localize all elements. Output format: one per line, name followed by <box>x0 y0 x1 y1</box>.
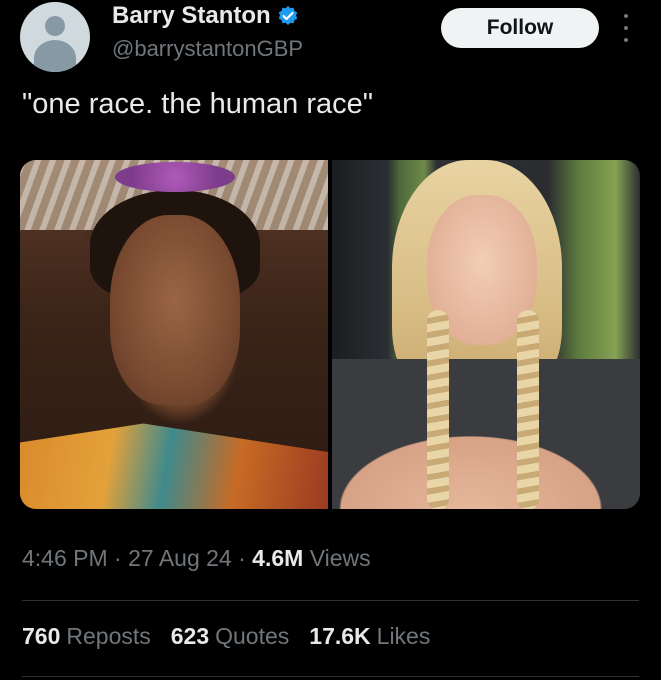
tweet-text: "one race. the human race" <box>22 88 374 120</box>
likes-count: 17.6K <box>309 623 371 649</box>
likes-stat[interactable]: 17.6K Likes <box>309 623 430 650</box>
views-count: 4.6M <box>252 545 304 571</box>
divider <box>22 600 639 601</box>
photo-left[interactable] <box>20 160 328 509</box>
sari-shape <box>20 423 328 509</box>
braid-right-shape <box>517 310 539 509</box>
quotes-stat[interactable]: 623 Quotes <box>171 623 290 650</box>
avatar-head-shape <box>45 16 65 36</box>
reposts-count: 760 <box>22 623 61 649</box>
face-shape <box>110 215 240 405</box>
avatar-body-shape <box>34 40 76 72</box>
photo-right[interactable] <box>332 160 640 509</box>
likes-label: Likes <box>376 623 431 649</box>
meta-separator: · <box>238 545 246 571</box>
braid-left-shape <box>427 310 449 509</box>
quotes-label: Quotes <box>215 623 290 649</box>
follow-button[interactable]: Follow <box>441 8 599 48</box>
reposts-label: Reposts <box>66 623 151 649</box>
author-name-row: Barry Stanton <box>112 2 299 30</box>
media-grid <box>20 160 640 509</box>
meta-separator: · <box>114 545 122 571</box>
tweet-meta: 4:46 PM · 27 Aug 24 · 4.6M Views <box>22 545 371 572</box>
author-handle[interactable]: @barrystantonGBP <box>112 36 303 62</box>
engagement-stats: 760 Reposts 623 Quotes 17.6K Likes <box>22 623 430 650</box>
tweet-date[interactable]: 27 Aug 24 <box>128 545 232 571</box>
more-options-icon[interactable] <box>622 14 630 42</box>
quotes-count: 623 <box>170 623 210 649</box>
torso-shape <box>332 359 640 509</box>
verified-badge-icon <box>277 5 299 27</box>
flower-shape <box>115 162 235 192</box>
divider <box>22 676 639 677</box>
avatar[interactable] <box>20 2 90 72</box>
reposts-stat[interactable]: 760 Reposts <box>22 623 151 650</box>
views-label: Views <box>309 545 371 571</box>
tweet-time[interactable]: 4:46 PM <box>22 545 108 571</box>
author-display-name[interactable]: Barry Stanton <box>112 2 271 30</box>
